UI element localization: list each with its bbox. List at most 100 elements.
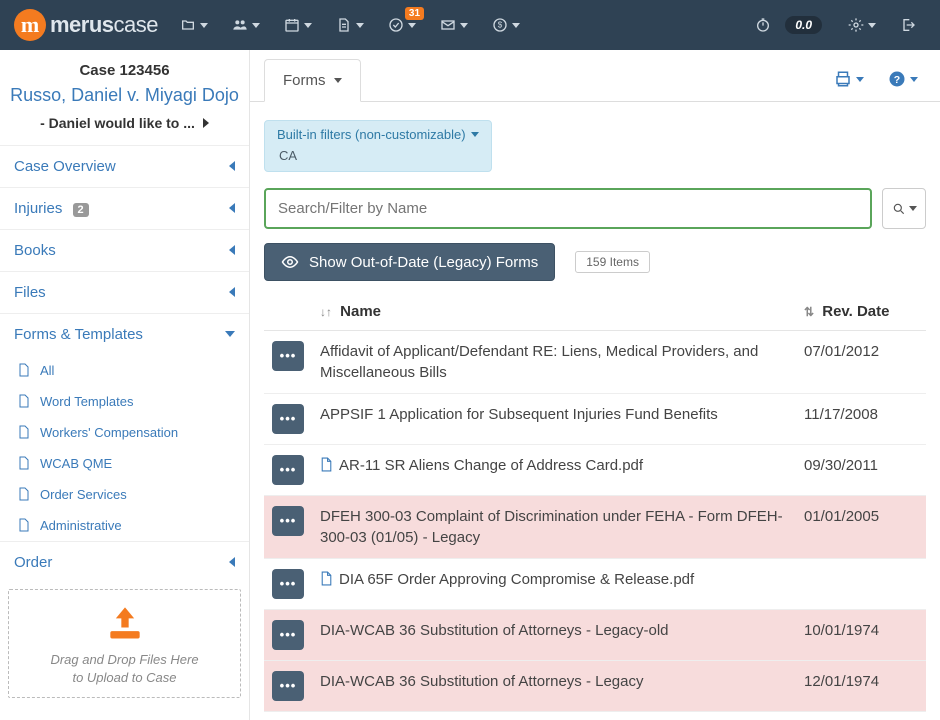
forms-sub-item[interactable]: Workers' Compensation <box>0 417 249 448</box>
upload-icon <box>103 602 147 642</box>
nav-label: Files <box>14 284 46 301</box>
table-row[interactable]: •••DIA-WCAB 36 Substitution of Attorneys… <box>264 610 926 661</box>
nav-case-overview[interactable]: Case Overview <box>0 145 249 187</box>
caret-down-icon <box>304 23 312 28</box>
top-document-menu[interactable] <box>326 11 374 39</box>
caret-down-icon <box>252 23 260 28</box>
table-row[interactable]: ••• Affidavit of Applicant/Defendant RE: … <box>264 331 926 394</box>
printer-icon <box>834 70 852 88</box>
case-subtitle-row[interactable]: - Daniel would like to ... <box>10 115 239 139</box>
forms-sub-item[interactable]: WCAB QME <box>0 448 249 479</box>
row-actions-button[interactable]: ••• <box>272 506 304 536</box>
show-legacy-button[interactable]: Show Out-of-Date (Legacy) Forms <box>264 243 555 281</box>
print-menu[interactable] <box>834 70 864 88</box>
tab-label: Forms <box>283 72 326 89</box>
top-folder-menu[interactable] <box>170 11 218 39</box>
row-actions-button[interactable]: ••• <box>272 569 304 599</box>
main-panel: Forms ? Built-in filters (non-customizab… <box>250 50 940 720</box>
row-name-cell: DFEH 300-03 Complaint of Discrimination … <box>312 496 796 559</box>
injuries-count-badge: 2 <box>73 203 89 217</box>
case-title[interactable]: Russo, Daniel v. Miyagi Dojo <box>10 85 239 107</box>
sub-item-label: Administrative <box>40 518 122 533</box>
column-header-revdate[interactable]: ⇅ Rev. Date <box>796 293 926 331</box>
top-billing-menu[interactable]: $ <box>482 11 530 39</box>
nav-files[interactable]: Files <box>0 271 249 313</box>
nav-label: Injuries <box>14 200 62 217</box>
chevron-left-icon <box>229 203 235 213</box>
search-input[interactable] <box>264 188 872 229</box>
top-people-menu[interactable] <box>222 11 270 39</box>
row-name: Affidavit of Applicant/Defendant RE: Lie… <box>320 343 758 381</box>
upload-dropzone[interactable]: Drag and Drop Files Here to Upload to Ca… <box>8 589 241 699</box>
svg-text:?: ? <box>894 74 900 86</box>
row-name-cell: Affidavit of Applicant/Defendant RE: Lie… <box>312 331 796 394</box>
document-icon <box>336 17 352 33</box>
top-calendar-menu[interactable] <box>274 11 322 39</box>
nav-label: Case Overview <box>14 158 116 175</box>
row-date-cell: 12/01/1974 <box>796 661 926 712</box>
caret-down-icon <box>408 23 416 28</box>
sub-item-label: Word Templates <box>40 394 133 409</box>
table-row[interactable]: •••DIA 65F Order Approving Compromise & … <box>264 559 926 610</box>
forms-sub-item[interactable]: Administrative <box>0 510 249 541</box>
search-options-button[interactable] <box>882 188 926 229</box>
row-actions-button[interactable]: ••• <box>272 404 304 434</box>
nav-injuries[interactable]: Injuries 2 <box>0 187 249 229</box>
row-date-cell: 02/28/2012 <box>796 712 926 720</box>
file-icon <box>18 487 30 501</box>
row-date-cell: 01/01/2005 <box>796 496 926 559</box>
table-row[interactable]: ••• DIA-WCAB 36 Substitution of Attorneys… <box>264 661 926 712</box>
row-date-cell: 11/17/2008 <box>796 394 926 445</box>
help-menu[interactable]: ? <box>888 70 918 88</box>
nav-order[interactable]: Order <box>0 541 249 583</box>
top-logout[interactable] <box>890 11 926 39</box>
timer-value[interactable]: 0.0 <box>785 16 822 34</box>
row-actions-button[interactable]: ••• <box>272 455 304 485</box>
forms-table: ↓↑ Name ⇅ Rev. Date ••• Affidavit of Appl… <box>264 293 926 720</box>
row-actions-button[interactable]: ••• <box>272 671 304 701</box>
table-row[interactable]: •••AR-11 SR Aliens Change of Address Car… <box>264 445 926 496</box>
row-name-cell: APPSIF 1 Application for Subsequent Inju… <box>312 394 796 445</box>
nav-books[interactable]: Books <box>0 229 249 271</box>
row-name-cell: DIA-WCAB 36 Substitution of Attorneys - … <box>312 661 796 712</box>
caret-down-icon <box>868 23 876 28</box>
top-tasks-menu[interactable]: 31 <box>378 11 426 39</box>
top-timer[interactable] <box>745 11 781 39</box>
logout-icon <box>900 17 916 33</box>
logo[interactable]: m meruscase <box>14 9 158 41</box>
sub-item-label: WCAB QME <box>40 456 112 471</box>
caret-down-icon <box>460 23 468 28</box>
top-mail-menu[interactable] <box>430 11 478 39</box>
sidebar: Case 123456 Russo, Daniel v. Miyagi Dojo… <box>0 50 250 720</box>
tab-forms[interactable]: Forms <box>264 59 361 102</box>
forms-sub-item[interactable]: Order Services <box>0 479 249 510</box>
caret-down-icon <box>512 23 520 28</box>
row-actions-button[interactable]: ••• <box>272 341 304 371</box>
file-icon <box>18 394 30 408</box>
forms-sub-item[interactable]: Word Templates <box>0 386 249 417</box>
calendar-icon <box>284 17 300 33</box>
top-settings-menu[interactable] <box>838 11 886 39</box>
table-row[interactable]: •••DIA/WCAB 003 Resolution of Liens - Af… <box>264 712 926 720</box>
pdf-file-icon <box>320 457 333 472</box>
table-row[interactable]: ••• APPSIF 1 Application for Subsequent I… <box>264 394 926 445</box>
case-subtitle: - Daniel would like to ... <box>40 115 195 131</box>
table-row[interactable]: ••• DFEH 300-03 Complaint of Discriminati… <box>264 496 926 559</box>
column-header-name[interactable]: ↓↑ Name <box>312 293 796 331</box>
file-icon <box>18 456 30 470</box>
builtin-filter-chip[interactable]: Built-in filters (non-customizable) CA <box>264 120 492 172</box>
nav-forms-templates[interactable]: Forms & Templates <box>0 313 249 355</box>
caret-down-icon <box>356 23 364 28</box>
row-actions-button[interactable]: ••• <box>272 620 304 650</box>
chevron-down-icon <box>225 331 235 337</box>
sort-icon: ↓↑ <box>320 305 332 319</box>
legacy-button-label: Show Out-of-Date (Legacy) Forms <box>309 254 538 271</box>
stopwatch-icon <box>755 17 771 33</box>
case-number: Case 123456 <box>10 62 239 79</box>
nav-label-wrap: Injuries 2 <box>14 200 89 217</box>
caret-down-icon <box>334 78 342 83</box>
pdf-file-icon <box>320 571 333 586</box>
file-icon <box>18 518 30 532</box>
forms-sub-item[interactable]: All <box>0 355 249 386</box>
row-name-cell: DIA/WCAB 003 Resolution of Liens - Affid… <box>312 712 796 720</box>
